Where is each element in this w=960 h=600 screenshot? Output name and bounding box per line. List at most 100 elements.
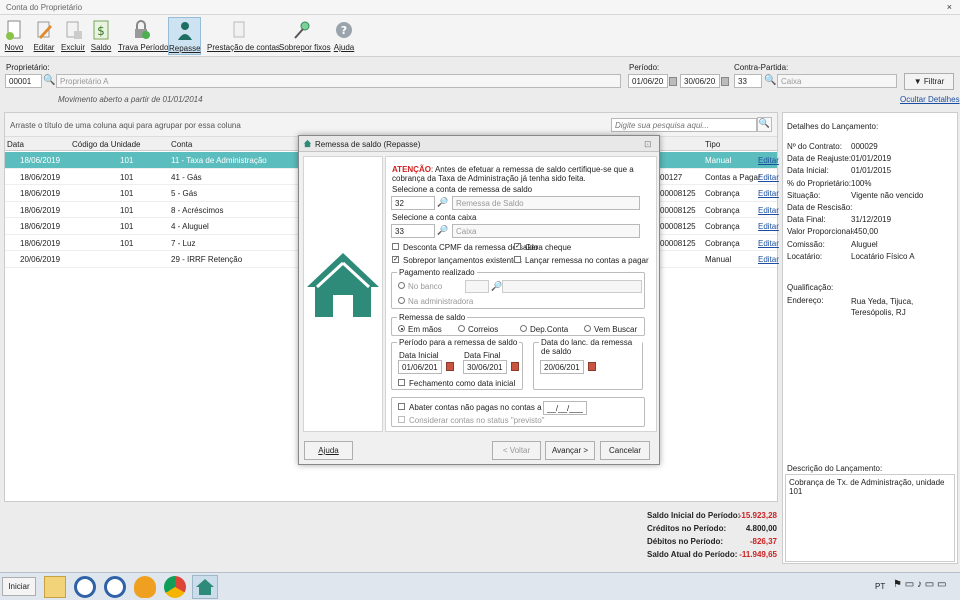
cash-account-code[interactable] (391, 224, 435, 238)
edit-link[interactable]: Editar (758, 206, 779, 215)
cancel-button[interactable]: Cancelar (600, 441, 650, 460)
initial-date-input[interactable] (398, 360, 442, 374)
lock-icon (135, 20, 150, 39)
final-date-input[interactable] (463, 360, 507, 374)
owner-name-input[interactable] (56, 74, 621, 88)
remittance-account-label: Selecione a conta de remessa de saldo (392, 185, 533, 194)
accountability-button[interactable]: Prestação de contas (207, 17, 280, 55)
payment-group: Pagamento realizado No banco 🔎 Na admini… (391, 268, 645, 309)
edit-link[interactable]: Editar (758, 239, 779, 248)
calendar-icon[interactable] (446, 362, 454, 371)
language-indicator[interactable]: PT (875, 582, 885, 591)
back-button[interactable]: < Voltar (492, 441, 541, 460)
cell-type: Cobrança (705, 222, 740, 231)
calendar-icon[interactable] (511, 362, 519, 371)
pickup-radio[interactable]: Vem Buscar (584, 325, 637, 334)
mail-radio[interactable]: Correios (458, 325, 498, 334)
close-icon[interactable]: ⊡ (644, 139, 652, 150)
details-title: Detalhes do Lançamento: (787, 122, 879, 131)
launch-date-input[interactable] (540, 360, 584, 374)
calendar-icon[interactable] (669, 77, 677, 86)
search-icon[interactable]: 🔎 (437, 225, 448, 236)
search-icon[interactable]: 🔍 (757, 117, 772, 132)
total-value: -11.949,65 (739, 550, 777, 559)
calendar-icon[interactable] (721, 77, 729, 86)
cell-account: 5 - Gás (171, 189, 198, 198)
search-icon[interactable]: 🔎 (437, 197, 448, 208)
overlay-fixed-button[interactable]: Sobrepor fixos (279, 17, 331, 55)
bank-code-input[interactable] (465, 280, 489, 293)
launch-payable-checkbox[interactable]: Lançar remessa no contas a pagar (514, 256, 649, 265)
total-value: -826,37 (749, 537, 777, 546)
date-from-input[interactable] (628, 74, 668, 88)
col-date[interactable]: Data (7, 140, 24, 149)
chrome-icon[interactable] (164, 576, 186, 598)
deposit-radio[interactable]: Dep.Conta (520, 325, 568, 334)
dialog-content: ATENÇÃO: Antes de efetuar a remessa de s… (385, 156, 657, 432)
contra-name-input[interactable] (777, 74, 897, 88)
home-app-button[interactable] (192, 575, 218, 599)
cell-date: 18/06/2019 (20, 238, 61, 248)
remittance-account-code[interactable] (391, 196, 435, 210)
hand-radio[interactable]: Em mãos (398, 325, 442, 334)
cheque-checkbox[interactable]: ✓ Gera cheque (514, 243, 571, 252)
help-icon: ? (336, 22, 352, 38)
cell-type: Manual (705, 156, 732, 165)
cell-document: 00008125 (660, 238, 696, 248)
closing-checkbox[interactable]: Fechamento como data inicial (398, 379, 515, 388)
col-unit[interactable]: Código da Unidade (72, 140, 141, 149)
edit-button[interactable]: Editar (31, 17, 57, 55)
col-type[interactable]: Tipo (705, 140, 720, 149)
cell-date: 18/06/2019 (20, 156, 61, 165)
overwrite-checkbox[interactable]: ✓ Sobrepor lançamentos existentes (392, 256, 522, 265)
date-to-input[interactable] (680, 74, 720, 88)
consider-checkbox[interactable]: Considerar contas no status "previsto" (398, 416, 545, 425)
movement-note: Movimento aberto a partir de 01/01/2014 (58, 95, 203, 104)
flame-icon[interactable] (134, 576, 156, 598)
search-icon[interactable]: 🔍 (43, 75, 55, 86)
owner-code-input[interactable] (5, 74, 42, 88)
warning-text: ATENÇÃO: Antes de efetuar a remessa de s… (392, 165, 634, 183)
edit-link[interactable]: Editar (758, 222, 779, 231)
cell-unit: 101 (120, 238, 134, 248)
cell-unit: 101 (120, 172, 134, 182)
calendar-icon[interactable] (588, 362, 596, 371)
tray-icons[interactable]: ⚑ ▭ ♪ ▭ ▭ (893, 579, 946, 590)
delete-button[interactable]: Excluir (60, 17, 86, 55)
cell-document: 00008125 (660, 222, 696, 231)
abate-date-input[interactable] (543, 401, 587, 415)
admin-radio[interactable]: Na administradora (398, 297, 473, 306)
search-icon[interactable]: 🔎 (491, 281, 502, 292)
edit-link[interactable]: Editar (758, 255, 779, 264)
search-icon[interactable]: 🔍 (764, 75, 776, 86)
balance-button[interactable]: $ Saldo (90, 17, 112, 55)
help-button[interactable]: ? Ajuda (332, 17, 356, 55)
lock-period-button[interactable]: Trava Período (118, 17, 168, 55)
transfer-button[interactable]: Repasse (168, 17, 201, 55)
app-icon[interactable] (74, 576, 96, 598)
cell-account: 29 - IRRF Retenção (171, 255, 243, 264)
folder-icon[interactable] (44, 576, 66, 598)
next-button[interactable]: Avançar > (545, 441, 595, 460)
launch-date-group: Data do lanc. da remessa de saldo (533, 338, 643, 390)
detail-value: 01/01/2015 (851, 166, 892, 176)
new-button[interactable]: Novo (3, 17, 25, 55)
bank-radio[interactable]: No banco (398, 282, 442, 291)
close-icon[interactable]: × (947, 2, 952, 12)
edit-link[interactable]: Editar (758, 156, 779, 165)
dialog-help-button[interactable]: Ajuda (304, 441, 353, 460)
edit-link[interactable]: Editar (758, 173, 779, 182)
remittance-account-name[interactable] (452, 196, 640, 210)
description-box[interactable]: Cobrança de Tx. de Administração, unidad… (785, 474, 955, 562)
bank-name-input[interactable] (502, 280, 642, 293)
contra-code-input[interactable] (734, 74, 762, 88)
start-button[interactable]: Iniciar (2, 577, 36, 596)
hide-details-link[interactable]: Ocultar Detalhes (900, 95, 960, 104)
edit-link[interactable]: Editar (758, 189, 779, 198)
filter-button[interactable]: ▼ Filtrar (904, 73, 954, 90)
cash-account-name[interactable] (452, 224, 640, 238)
col-account[interactable]: Conta (171, 140, 192, 149)
abate-group: Abater contas não pagas no contas a paga… (391, 397, 645, 427)
grid-search-input[interactable] (611, 118, 757, 132)
app-icon[interactable] (104, 576, 126, 598)
